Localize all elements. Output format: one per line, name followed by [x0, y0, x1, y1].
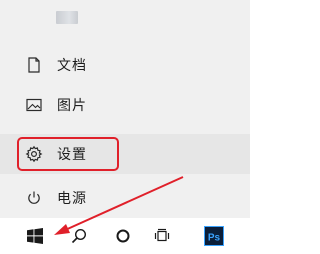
photoshop-taskbar-button[interactable]: Ps [197, 218, 231, 254]
start-menu: 文档 图片 设置 电源 [0, 0, 250, 218]
user-account-row[interactable] [0, 0, 250, 38]
start-menu-item-pictures[interactable]: 图片 [0, 85, 250, 125]
gear-icon [25, 145, 43, 163]
blurred-user-name [56, 11, 78, 24]
cortana-button[interactable] [106, 218, 140, 254]
power-icon [25, 189, 43, 207]
start-menu-item-settings[interactable]: 设置 [0, 134, 250, 174]
start-menu-item-label: 设置 [57, 147, 87, 163]
document-icon [25, 56, 43, 74]
picture-icon [25, 96, 43, 114]
start-menu-item-label: 电源 [57, 191, 87, 207]
start-menu-item-documents[interactable]: 文档 [0, 45, 250, 85]
start-menu-item-label: 文档 [57, 58, 87, 74]
taskbar: Ps [0, 218, 250, 254]
start-button[interactable] [18, 218, 52, 254]
start-menu-item-label: 图片 [57, 98, 87, 114]
photoshop-icon-text: Ps [208, 233, 221, 244]
search-button[interactable] [62, 218, 96, 254]
start-menu-item-power[interactable]: 电源 [0, 178, 250, 218]
task-view-button[interactable] [145, 218, 179, 254]
